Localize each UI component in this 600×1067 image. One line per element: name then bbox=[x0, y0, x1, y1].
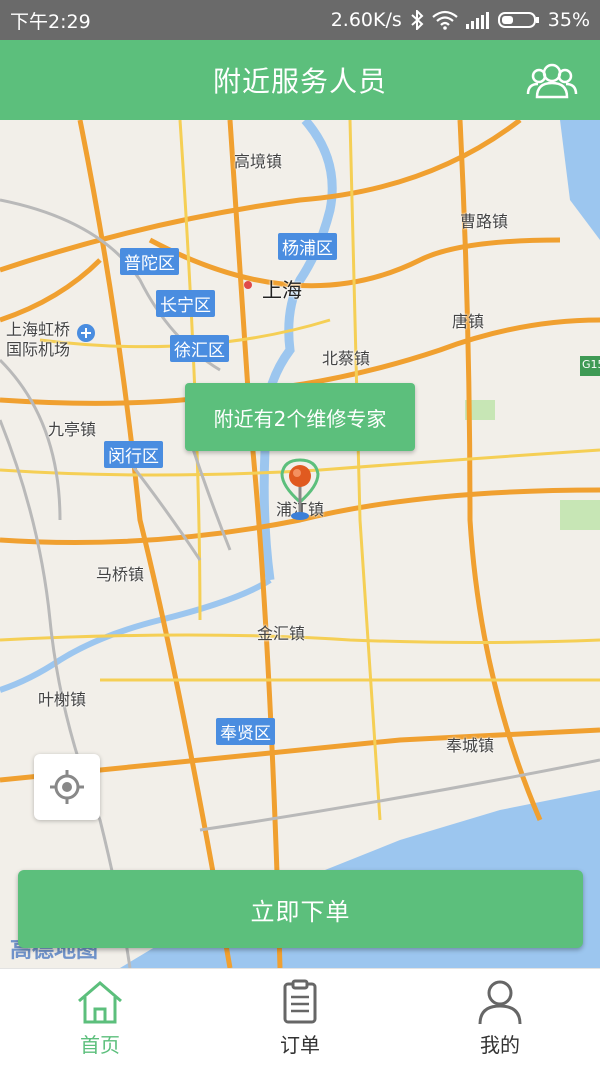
tab-orders[interactable]: 订单 bbox=[200, 969, 400, 1067]
home-icon bbox=[78, 981, 122, 1024]
wifi-icon bbox=[432, 10, 458, 30]
location-pin-icon[interactable] bbox=[270, 452, 330, 522]
map-label-beicai: 北蔡镇 bbox=[322, 349, 371, 368]
tab-home-label: 首页 bbox=[80, 1033, 120, 1057]
map-label-yangpu: 杨浦区 bbox=[278, 233, 337, 260]
tab-orders-label: 订单 bbox=[280, 1033, 320, 1057]
users-button[interactable] bbox=[526, 58, 578, 102]
map-label-hongqiao-2: 国际机场 bbox=[6, 340, 71, 359]
map-label-fengcheng: 奉城镇 bbox=[446, 736, 495, 755]
tab-home[interactable]: 首页 bbox=[0, 969, 200, 1067]
map-label-tang: 唐镇 bbox=[452, 312, 485, 331]
bottom-tab-bar: 首页 订单 我的 bbox=[0, 968, 600, 1067]
battery-percent: 35% bbox=[547, 9, 590, 31]
person-icon bbox=[478, 980, 522, 1025]
battery-icon bbox=[497, 11, 540, 29]
status-bar: 下午2:29 2.60K/s 35% bbox=[0, 0, 600, 40]
map-label-caolu: 曹路镇 bbox=[460, 212, 509, 231]
map-label-shanghai: 上海 bbox=[262, 278, 302, 302]
signal-icon bbox=[465, 11, 490, 29]
map-label-yeshu: 叶榭镇 bbox=[38, 690, 87, 709]
map-label-g15: G15 bbox=[582, 358, 600, 371]
nearby-experts-tooltip[interactable]: 附近有2个维修专家 bbox=[185, 383, 415, 451]
map-label-jinhui: 金汇镇 bbox=[257, 624, 306, 643]
map-label-changning: 长宁区 bbox=[156, 290, 215, 317]
network-speed: 2.60K/s bbox=[330, 9, 402, 31]
locate-icon bbox=[50, 770, 84, 804]
map-view[interactable]: 高境镇 杨浦区 普陀区 上海 曹路镇 长宁区 上海虹桥 国际机场 唐镇 徐汇区 … bbox=[0, 120, 600, 968]
status-time: 下午2:29 bbox=[10, 10, 91, 33]
clipboard-icon bbox=[283, 979, 317, 1024]
map-label-minhang: 闵行区 bbox=[104, 441, 163, 468]
map-label-fengxian: 奉贤区 bbox=[216, 718, 275, 745]
users-icon bbox=[526, 63, 578, 99]
map-label-jiuting: 九亭镇 bbox=[48, 420, 97, 439]
map-label-xuhui: 徐汇区 bbox=[170, 335, 229, 362]
order-now-button[interactable]: 立即下单 bbox=[18, 870, 583, 948]
map-label-maqiao: 马桥镇 bbox=[96, 565, 145, 584]
locate-button[interactable] bbox=[34, 754, 100, 820]
map-label-putuo: 普陀区 bbox=[120, 248, 179, 275]
tab-profile[interactable]: 我的 bbox=[400, 969, 600, 1067]
page-title: 附近服务人员 bbox=[212, 65, 387, 98]
app-header: 附近服务人员 bbox=[0, 40, 600, 120]
map-label-gaojing: 高境镇 bbox=[234, 152, 283, 171]
bluetooth-icon bbox=[410, 10, 424, 30]
tab-profile-label: 我的 bbox=[480, 1033, 520, 1057]
